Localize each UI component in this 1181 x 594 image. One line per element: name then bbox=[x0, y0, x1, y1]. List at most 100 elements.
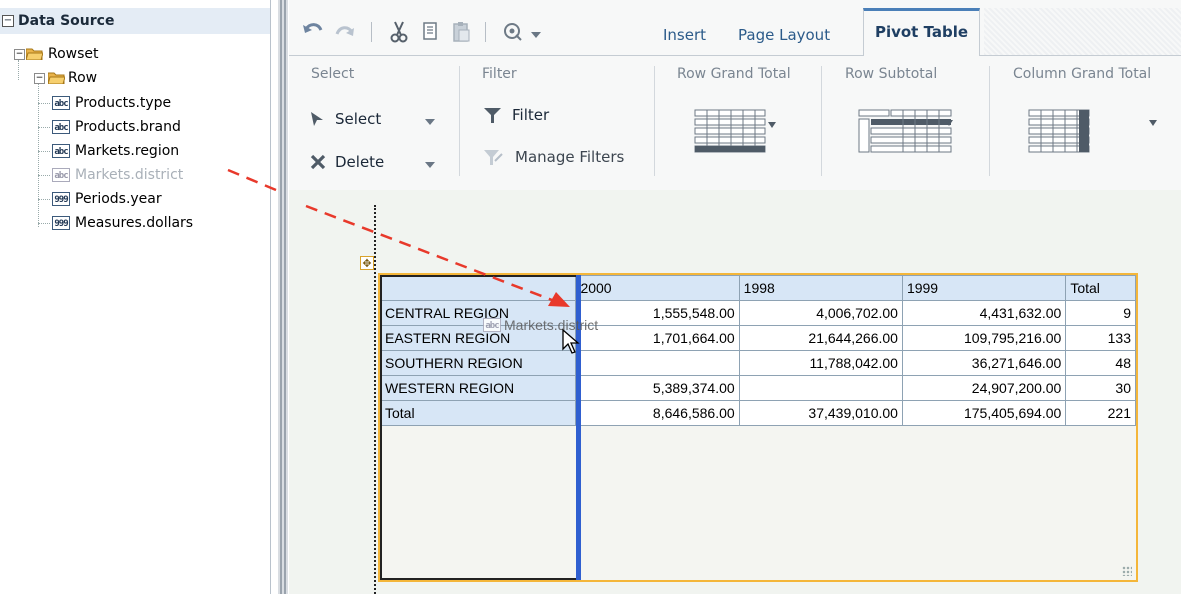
pivot-value-cell[interactable]: 37,439,010.00 bbox=[738, 400, 903, 426]
collapse-toggle-icon[interactable]: − bbox=[14, 49, 25, 60]
pivot-column-header[interactable]: 1999 bbox=[901, 275, 1067, 301]
pivot-column-header[interactable]: 2000 bbox=[575, 275, 740, 301]
text-field-icon: abc bbox=[483, 318, 501, 333]
pivot-value-cell[interactable]: 21,644,266.00 bbox=[738, 325, 903, 351]
pivot-column-header[interactable]: 1998 bbox=[738, 275, 903, 301]
tab-strip-border bbox=[289, 55, 1181, 56]
mouse-cursor-icon bbox=[562, 329, 580, 354]
chevron-down-icon[interactable] bbox=[425, 162, 435, 168]
tree-field-measures-dollars[interactable]: 999 Measures.dollars bbox=[38, 212, 258, 234]
column-grand-total-icon bbox=[1028, 109, 1157, 153]
tree-node-label: Rowset bbox=[48, 46, 99, 62]
tab-page-layout[interactable]: Page Layout bbox=[738, 22, 830, 48]
collapse-toggle-icon[interactable]: − bbox=[34, 73, 45, 84]
panel-splitter[interactable] bbox=[278, 0, 288, 594]
pivot-value-cell[interactable]: 9 bbox=[1065, 300, 1136, 326]
row-grand-total-button[interactable] bbox=[693, 108, 803, 178]
pivot-value-cell[interactable]: 24,907,200.00 bbox=[901, 375, 1067, 401]
pivot-value-cell[interactable]: 8,646,586.00 bbox=[575, 400, 740, 426]
tab-strip-background bbox=[984, 8, 1181, 55]
redo-icon[interactable] bbox=[333, 20, 357, 44]
splitter-grip bbox=[280, 0, 282, 594]
pivot-value-cell[interactable]: 133 bbox=[1065, 325, 1136, 351]
resize-grip-icon[interactable] bbox=[1122, 566, 1132, 576]
delete-button[interactable]: Delete bbox=[307, 150, 437, 174]
data-source-title: Data Source bbox=[18, 13, 115, 29]
tree-line bbox=[38, 223, 50, 224]
pivot-value-cell[interactable]: 109,795,216.00 bbox=[901, 325, 1067, 351]
pivot-value-cell[interactable]: 1,701,664.00 bbox=[575, 325, 740, 351]
select-button[interactable]: Select bbox=[307, 107, 437, 131]
tree-field-products-brand[interactable]: abc Products.brand bbox=[38, 116, 258, 138]
ribbon: Insert Page Layout Pivot Table Select Se… bbox=[289, 0, 1181, 190]
field-label: Products.brand bbox=[75, 119, 181, 135]
field-label: Measures.dollars bbox=[75, 215, 194, 231]
tree-node-rowset[interactable]: − Rowset bbox=[14, 43, 254, 65]
copy-icon[interactable] bbox=[419, 20, 443, 44]
group-label-column-grand-total: Column Grand Total bbox=[1013, 66, 1152, 82]
delete-x-icon bbox=[310, 154, 326, 170]
filter-funnel-icon bbox=[484, 108, 501, 123]
tree-node-label: Row bbox=[68, 70, 98, 86]
undo-icon[interactable] bbox=[301, 20, 325, 44]
group-label-filter: Filter bbox=[482, 66, 517, 82]
field-label: Periods.year bbox=[75, 191, 162, 207]
pivot-value-cell[interactable] bbox=[738, 375, 903, 401]
text-field-icon: abc bbox=[52, 120, 70, 134]
pivot-value-cell[interactable] bbox=[575, 350, 740, 376]
numeric-field-icon: 999 bbox=[52, 192, 70, 206]
paste-icon[interactable] bbox=[449, 20, 473, 44]
move-handle-icon[interactable]: ✥ bbox=[360, 256, 374, 270]
tree-field-products-type[interactable]: abc Products.type bbox=[38, 92, 258, 114]
tree-node-row[interactable]: − Row bbox=[34, 67, 254, 89]
quick-toolbar: Insert Page Layout Pivot Table bbox=[289, 0, 1181, 56]
tree-line bbox=[38, 175, 50, 176]
text-field-icon: abc bbox=[52, 96, 70, 110]
collapse-icon[interactable]: − bbox=[2, 15, 14, 27]
pivot-column-header[interactable]: Total bbox=[1065, 275, 1136, 301]
manage-filters-button[interactable]: Manage Filters bbox=[484, 145, 644, 169]
column-grand-total-button[interactable] bbox=[1027, 108, 1167, 178]
pivot-value-cell[interactable]: 36,271,646.00 bbox=[901, 350, 1067, 376]
pivot-value-cell[interactable]: 5,389,374.00 bbox=[575, 375, 740, 401]
group-separator bbox=[654, 66, 655, 176]
data-source-panel: − Data Source − Rowset − Row abc Product… bbox=[0, 0, 271, 594]
pivot-value-cell[interactable]: 4,006,702.00 bbox=[738, 300, 903, 326]
pivot-value-cell[interactable]: 221 bbox=[1065, 400, 1136, 426]
field-label: Markets.district bbox=[75, 167, 184, 183]
text-field-icon: abc bbox=[52, 144, 70, 158]
tree-field-periods-year[interactable]: 999 Periods.year bbox=[38, 188, 258, 210]
chevron-down-icon[interactable] bbox=[531, 32, 541, 38]
toolbar-separator bbox=[485, 22, 486, 42]
data-source-header[interactable]: − Data Source bbox=[0, 8, 270, 34]
drag-ghost-label: Markets.district bbox=[504, 317, 599, 333]
group-label-select: Select bbox=[311, 66, 355, 82]
filter-button-label: Filter bbox=[512, 106, 550, 124]
group-separator bbox=[821, 66, 822, 176]
select-button-label: Select bbox=[335, 110, 382, 128]
cursor-select-icon bbox=[311, 112, 323, 126]
pivot-value-cell[interactable]: 175,405,694.00 bbox=[901, 400, 1067, 426]
field-label: Markets.region bbox=[75, 143, 180, 159]
text-field-icon: abc bbox=[52, 168, 70, 182]
tree-field-markets-district[interactable]: abc Markets.district bbox=[38, 164, 258, 186]
pivot-value-cell[interactable]: 4,431,632.00 bbox=[901, 300, 1067, 326]
row-subtotal-button[interactable] bbox=[857, 108, 957, 178]
chevron-down-icon[interactable] bbox=[425, 119, 435, 125]
preview-icon[interactable] bbox=[501, 20, 525, 44]
tab-insert[interactable]: Insert bbox=[663, 22, 706, 48]
tree-line bbox=[38, 103, 50, 104]
manage-filters-label: Manage Filters bbox=[515, 148, 625, 166]
group-label-row-subtotal: Row Subtotal bbox=[845, 66, 938, 82]
pivot-value-cell[interactable]: 1,555,548.00 bbox=[575, 300, 740, 326]
delete-button-label: Delete bbox=[335, 153, 385, 171]
manage-filters-icon bbox=[484, 150, 503, 165]
tab-pivot-table[interactable]: Pivot Table bbox=[863, 8, 980, 56]
pivot-value-cell[interactable]: 48 bbox=[1065, 350, 1136, 376]
tree-field-markets-region[interactable]: abc Markets.region bbox=[38, 140, 258, 162]
toolbar-separator bbox=[371, 22, 372, 42]
pivot-value-cell[interactable]: 11,788,042.00 bbox=[738, 350, 903, 376]
filter-button[interactable]: Filter bbox=[484, 103, 604, 127]
cut-icon[interactable] bbox=[387, 20, 411, 44]
pivot-value-cell[interactable]: 30 bbox=[1065, 375, 1136, 401]
